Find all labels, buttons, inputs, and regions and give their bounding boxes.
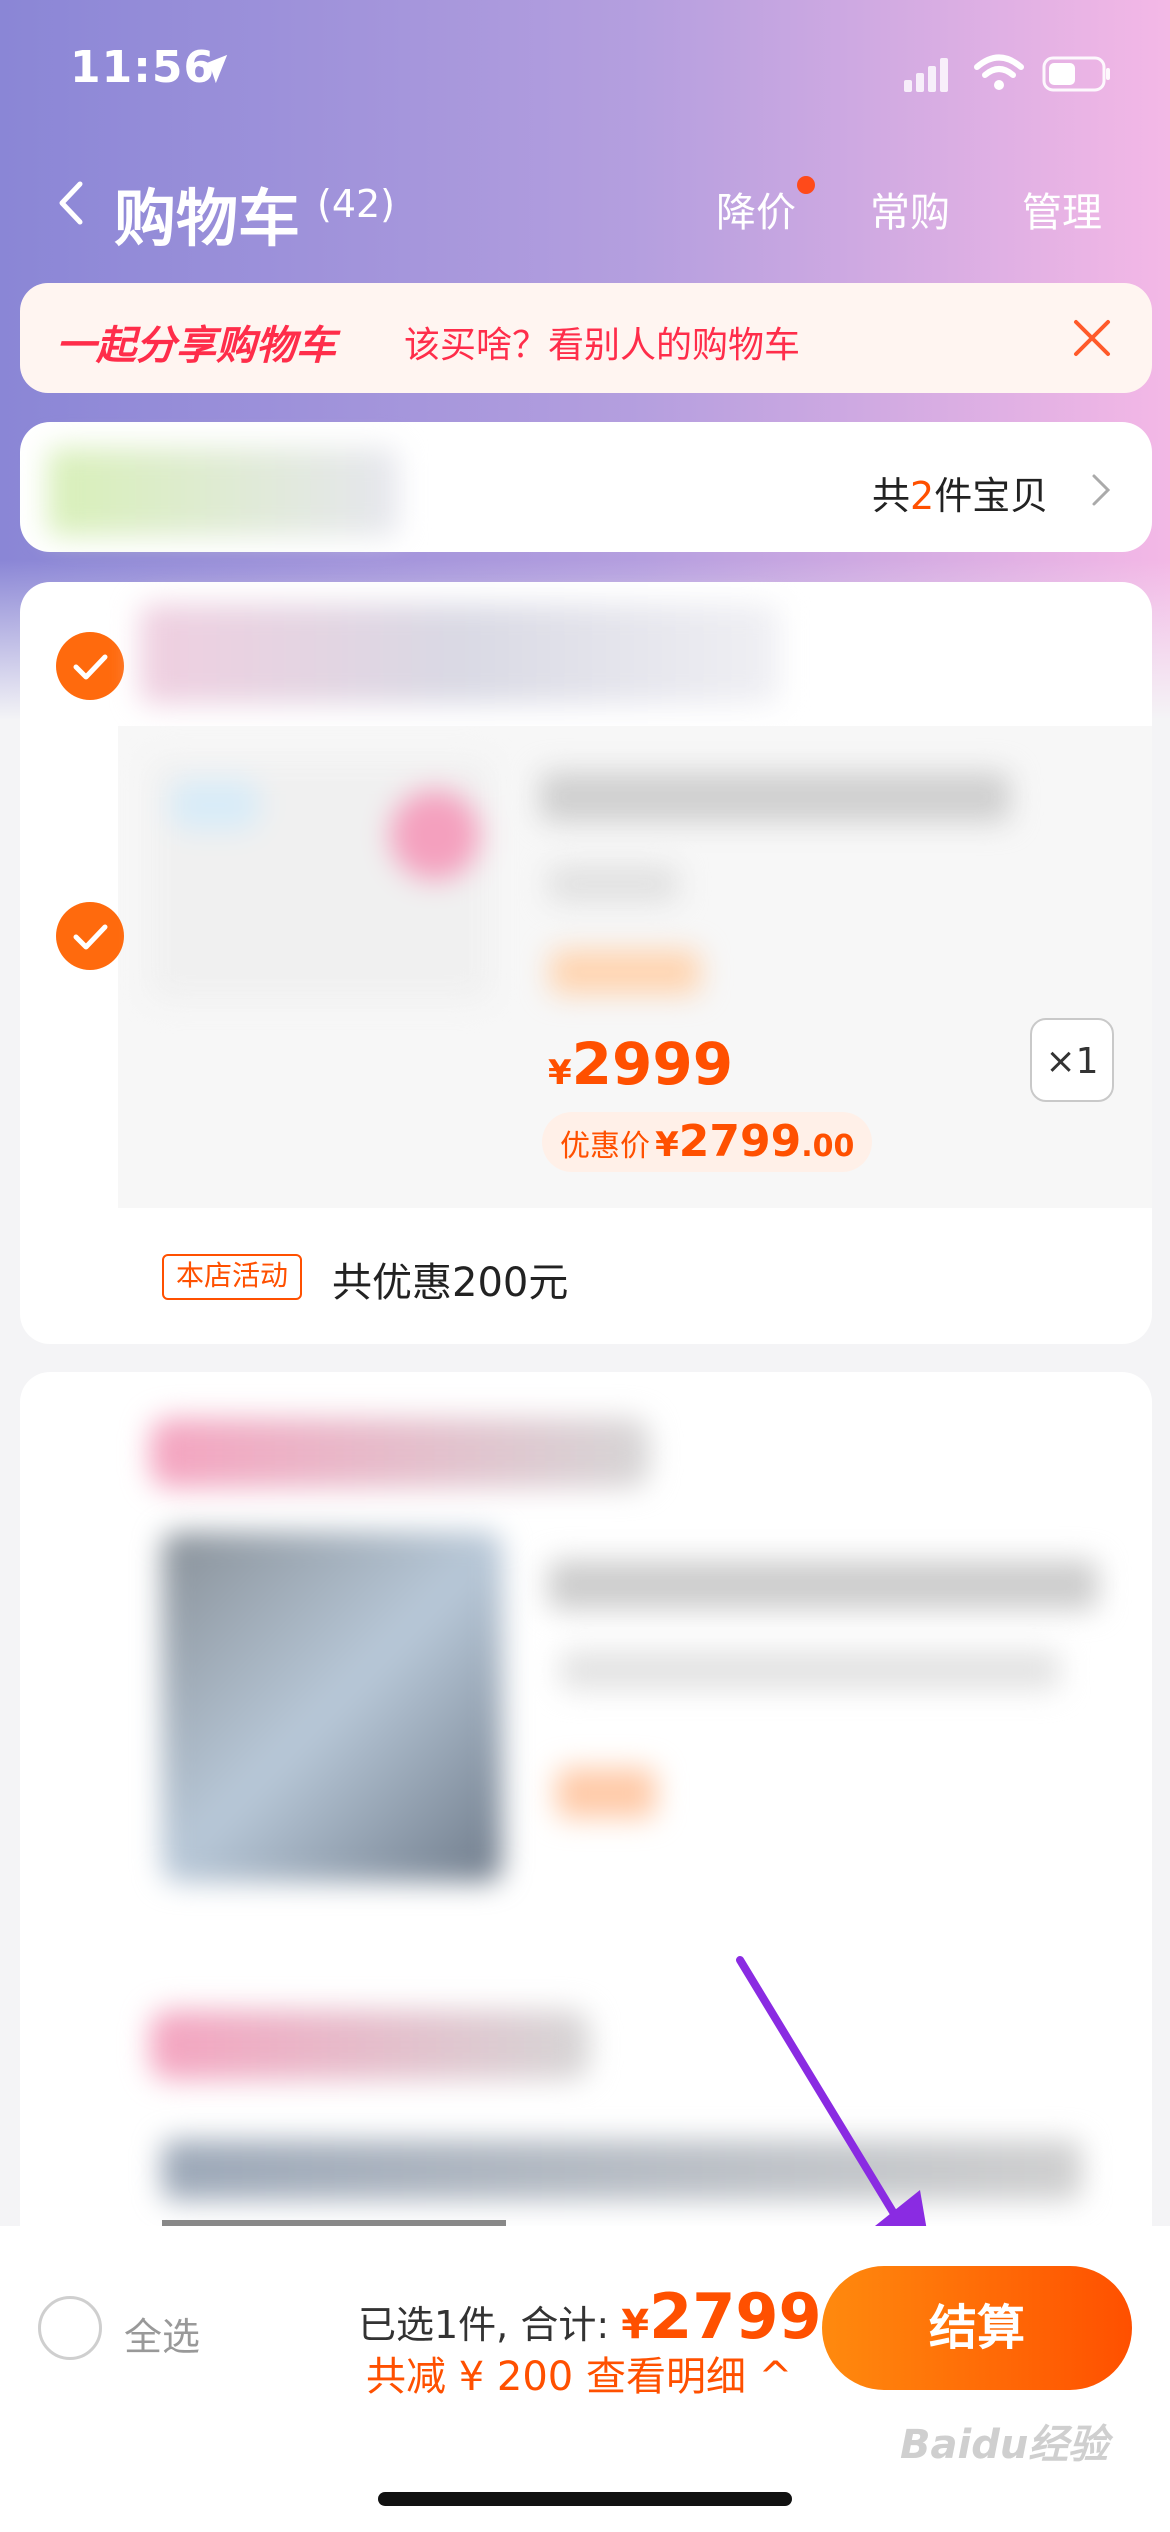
checkout-button[interactable]: 结算	[822, 2266, 1132, 2390]
home-indicator	[378, 2492, 792, 2506]
banner-title: 一起分享购物车	[56, 323, 336, 369]
store-promo-tag: 本店活动	[162, 1254, 303, 1300]
shop-checkbox[interactable]	[56, 632, 124, 700]
item-checkbox[interactable]	[56, 902, 124, 970]
wifi-icon	[974, 54, 1024, 90]
banner-text[interactable]: 该买啥？看别人的购物车	[404, 316, 800, 368]
product-badge-blurred	[550, 950, 700, 994]
total-summary: 已选1件, 合计: ¥2799	[358, 2280, 822, 2353]
product-title-blurred	[548, 1560, 1098, 1610]
product-sku-blurred	[548, 866, 678, 902]
page-title: 购物车	[114, 182, 301, 255]
close-icon[interactable]	[1070, 316, 1114, 360]
product-sku-blurred	[560, 1650, 1060, 1690]
quantity-button[interactable]: ×1	[1030, 1018, 1114, 1102]
frequent-tab[interactable]: 常购	[870, 180, 950, 238]
store-logo-blurred	[48, 448, 398, 536]
product-image-blurred	[162, 1532, 502, 1882]
notification-dot	[797, 176, 815, 194]
product-image-blurred	[150, 760, 490, 1000]
battery-icon	[1042, 56, 1110, 92]
savings-detail-link[interactable]: 共减 ¥ 200 查看明细 ^	[366, 2344, 792, 2402]
discount-price-badge: 优惠价 ¥2799.00	[542, 1112, 873, 1172]
back-chevron-icon[interactable]	[54, 180, 90, 226]
price-drop-tab[interactable]: 降价	[716, 180, 796, 238]
check-icon	[73, 654, 108, 680]
check-icon	[73, 924, 108, 950]
annotation-arrow-icon	[736, 1956, 932, 2260]
shop-name-blurred	[150, 2010, 590, 2080]
location-arrow-icon	[198, 54, 228, 84]
shop-name-blurred	[140, 604, 780, 704]
promo-text[interactable]: 共优惠200元	[332, 1250, 568, 1308]
item-price: ¥2999	[548, 1030, 734, 1098]
watermark: Baidu经验	[900, 2422, 1109, 2468]
select-all-checkbox[interactable]	[38, 2296, 102, 2360]
cart-count: (42)	[317, 182, 396, 226]
select-all-label[interactable]: 全选	[124, 2306, 200, 2361]
product-badge-blurred	[556, 1768, 656, 1818]
chevron-right-icon	[1092, 474, 1111, 506]
scroll-indicator	[162, 2220, 506, 2226]
product-title-blurred	[540, 772, 1010, 822]
store-item-count[interactable]: 共2件宝贝	[872, 465, 1048, 520]
signal-icon	[904, 58, 948, 92]
shop-name-blurred	[150, 1418, 650, 1488]
manage-button[interactable]: 管理	[1022, 180, 1102, 238]
status-time: 11:56	[70, 42, 216, 93]
